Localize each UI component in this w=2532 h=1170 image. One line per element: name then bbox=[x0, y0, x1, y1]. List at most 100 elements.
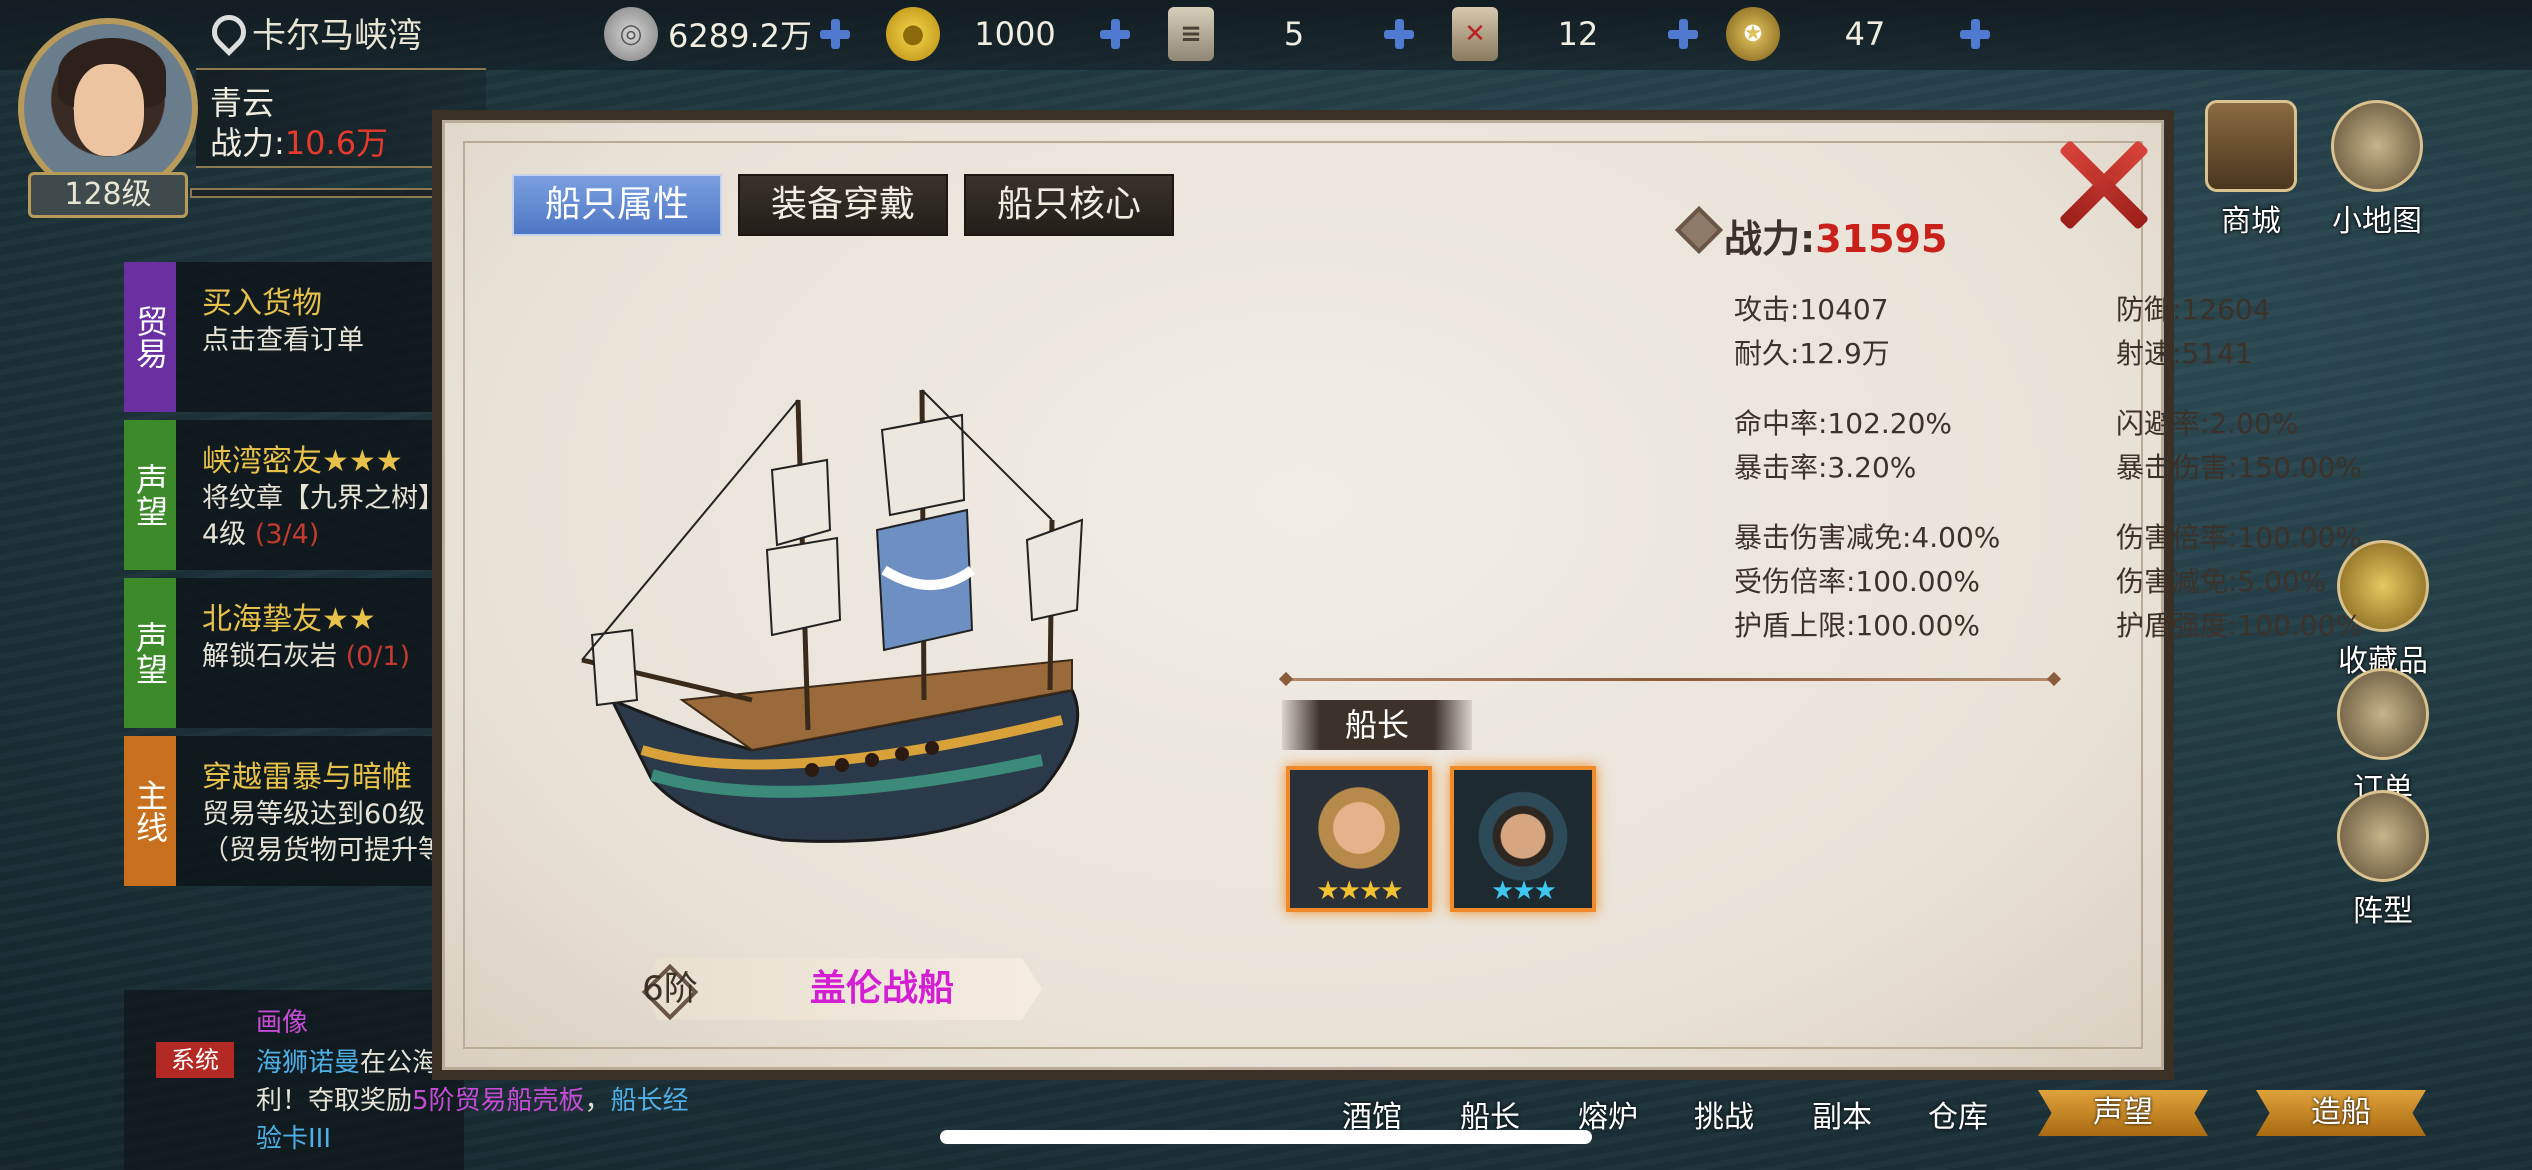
gold-resource: ● 1000 bbox=[886, 6, 1132, 62]
reputation-button[interactable]: 声望 bbox=[2038, 1090, 2208, 1136]
chat-line: 海狮诺曼在公海 bbox=[256, 1042, 438, 1079]
quest-desc-2: （贸易货物可提升等 bbox=[202, 835, 445, 866]
gold-value: 1000 bbox=[974, 15, 1056, 53]
avatar-face bbox=[74, 64, 144, 156]
ship-illustration bbox=[581, 389, 1084, 843]
quest-desc: 贸易等级达到60级 bbox=[202, 799, 426, 830]
player-avatar[interactable] bbox=[18, 18, 198, 198]
close-icon[interactable] bbox=[2052, 135, 2152, 235]
quest-title: 峡湾密友★★★ bbox=[202, 444, 403, 479]
player-power: 战力:10.6万 bbox=[210, 118, 388, 164]
quest-tag: 声望 bbox=[124, 420, 176, 570]
quest-tag: 贸易 bbox=[124, 262, 176, 412]
stat-crit-damage-reduction: 暴击伤害减免:4.00% bbox=[1734, 521, 2001, 554]
warehouse-button[interactable]: 仓库 bbox=[1898, 1092, 2018, 1136]
location-name: 卡尔马峡湾 bbox=[252, 16, 422, 56]
challenge-button[interactable]: 挑战 bbox=[1664, 1092, 1784, 1136]
quest-tag-text: 主线 bbox=[131, 779, 169, 843]
shop-label: 商城 bbox=[2221, 204, 2281, 239]
stat-durability: 耐久:12.9万 bbox=[1734, 337, 1890, 370]
minimap-button[interactable]: 小地图 bbox=[2312, 100, 2442, 240]
stat-damage-taken-multiplier: 受伤倍率:100.00% bbox=[1734, 565, 1981, 598]
shop-icon bbox=[2205, 100, 2297, 192]
formation-button[interactable]: 阵型 bbox=[2318, 790, 2448, 930]
captain-stars: ★★★★ bbox=[1316, 876, 1403, 906]
captain-stars: ★★★ bbox=[1491, 876, 1557, 906]
laurel-badge-icon: ✪ bbox=[1726, 7, 1780, 61]
ship-name: 盖伦战船 bbox=[809, 968, 954, 1009]
orders-button[interactable]: 订单 bbox=[2318, 668, 2448, 808]
quest-title: 北海挚友★★ bbox=[202, 602, 376, 637]
quest-tag: 声望 bbox=[124, 578, 176, 728]
quest-desc-2: 4级 (3/4) bbox=[202, 512, 319, 551]
tab-ship-core[interactable]: 船只核心 bbox=[964, 174, 1174, 236]
quest-desc-text: 解锁石灰岩 bbox=[202, 641, 337, 672]
silver-resource: ◎ 6289.2万 bbox=[604, 6, 852, 62]
quest-item[interactable]: 主线 穿越雷暴与暗帷 贸易等级达到60级 （贸易货物可提升等 bbox=[124, 736, 454, 886]
quest-item[interactable]: 声望 北海挚友★★ 解锁石灰岩 (0/1) bbox=[124, 578, 454, 728]
quest-progress: (0/1) bbox=[345, 641, 411, 672]
player-level: 128级 bbox=[28, 172, 188, 218]
captain-slot[interactable]: ★★★★ bbox=[1286, 766, 1432, 912]
map-value: 12 bbox=[1557, 15, 1599, 53]
add-gold-button[interactable] bbox=[1098, 17, 1132, 51]
captain-slot[interactable]: ★★★ bbox=[1450, 766, 1596, 912]
silver-value: 6289.2万 bbox=[668, 17, 812, 55]
stat-damage-reduction: 伤害减免:5.00% bbox=[2116, 565, 2327, 598]
chat-item-link[interactable]: 5阶贸易船壳板 bbox=[412, 1086, 585, 1116]
tab-ship-attributes[interactable]: 船只属性 bbox=[512, 174, 722, 236]
orders-icon bbox=[2337, 668, 2429, 760]
tab-equipment[interactable]: 装备穿戴 bbox=[738, 174, 948, 236]
stat-dodge-rate: 闪避率:2.00% bbox=[2116, 407, 2299, 440]
quest-desc: 点击查看订单 bbox=[202, 325, 364, 356]
chat-player-name[interactable]: 海狮诺曼 bbox=[256, 1048, 360, 1078]
stat-damage-multiplier: 伤害倍率:100.00% bbox=[2116, 521, 2363, 554]
scroll-value: 5 bbox=[1283, 15, 1305, 53]
stat-crit-rate: 暴击率:3.20% bbox=[1734, 451, 1917, 484]
stat-shield-cap: 护盾上限:100.00% bbox=[1734, 609, 1981, 642]
formation-icon bbox=[2337, 790, 2429, 882]
badge-resource: ✪ 47 bbox=[1726, 6, 1992, 62]
map-resource: ✕ 12 bbox=[1452, 6, 1700, 62]
shop-button[interactable]: 商城 bbox=[2186, 100, 2316, 240]
challenge-label: 挑战 bbox=[1694, 1100, 1754, 1135]
add-badge-button[interactable] bbox=[1958, 17, 1992, 51]
quest-tag-text: 声望 bbox=[131, 621, 169, 685]
shipbuilding-button[interactable]: 造船 bbox=[2256, 1090, 2426, 1136]
quest-tag-text: 贸易 bbox=[131, 305, 169, 369]
combat-power: 战力:31595 bbox=[1724, 208, 1947, 263]
minimap-label: 小地图 bbox=[2332, 204, 2422, 239]
scroll-icon: ≡ bbox=[1168, 7, 1214, 61]
home-indicator[interactable] bbox=[940, 1130, 1592, 1144]
chat-text: 利！夺取奖励 bbox=[256, 1086, 413, 1116]
chat-panel[interactable]: 画像 系统 海狮诺曼在公海 利！夺取奖励5阶贸易船壳板，船长经 验卡III bbox=[124, 990, 689, 1170]
warehouse-label: 仓库 bbox=[1928, 1100, 1988, 1135]
quest-tag: 主线 bbox=[124, 736, 176, 886]
divider bbox=[1285, 678, 2055, 681]
quest-item[interactable]: 声望 峡湾密友★★★ 将纹章【九界之树】 4级 (3/4) bbox=[124, 420, 454, 570]
chat-item-link-cont[interactable]: 验卡III bbox=[256, 1118, 331, 1155]
add-map-button[interactable] bbox=[1666, 17, 1700, 51]
add-scroll-button[interactable] bbox=[1382, 17, 1416, 51]
ship-hull bbox=[608, 658, 1080, 843]
location[interactable]: 卡尔马峡湾 bbox=[210, 8, 422, 57]
player-power-label: 战力: bbox=[210, 124, 285, 162]
quest-item[interactable]: 贸易 买入货物 点击查看订单 bbox=[124, 262, 454, 412]
ship-sails bbox=[581, 389, 1084, 707]
add-silver-button[interactable] bbox=[818, 17, 852, 51]
stat-hit-rate: 命中率:102.20% bbox=[1734, 407, 1953, 440]
quest-level: 4级 bbox=[202, 519, 247, 550]
quest-desc: 解锁石灰岩 (0/1) bbox=[202, 634, 410, 673]
stat-crit-damage: 暴击伤害:150.00% bbox=[2116, 451, 2363, 484]
chat-item-link[interactable]: 船长经 bbox=[611, 1086, 689, 1116]
stat-defense: 防御:12604 bbox=[2116, 293, 2271, 326]
level-progress-bar bbox=[190, 188, 450, 198]
stat-attack: 攻击:10407 bbox=[1734, 293, 1889, 326]
dungeon-button[interactable]: 副本 bbox=[1782, 1092, 1902, 1136]
minimap-icon bbox=[2331, 100, 2423, 192]
combat-power-value: 31595 bbox=[1815, 217, 1948, 261]
combat-power-label: 战力: bbox=[1724, 217, 1816, 261]
quest-title: 穿越雷暴与暗帷 bbox=[202, 760, 412, 795]
ship-grade: 6阶 bbox=[642, 969, 698, 1009]
ship-info-dialog: 船只属性 装备穿戴 船只核心 战力:31595 攻击:10407 防御:1260 bbox=[432, 110, 2362, 1080]
